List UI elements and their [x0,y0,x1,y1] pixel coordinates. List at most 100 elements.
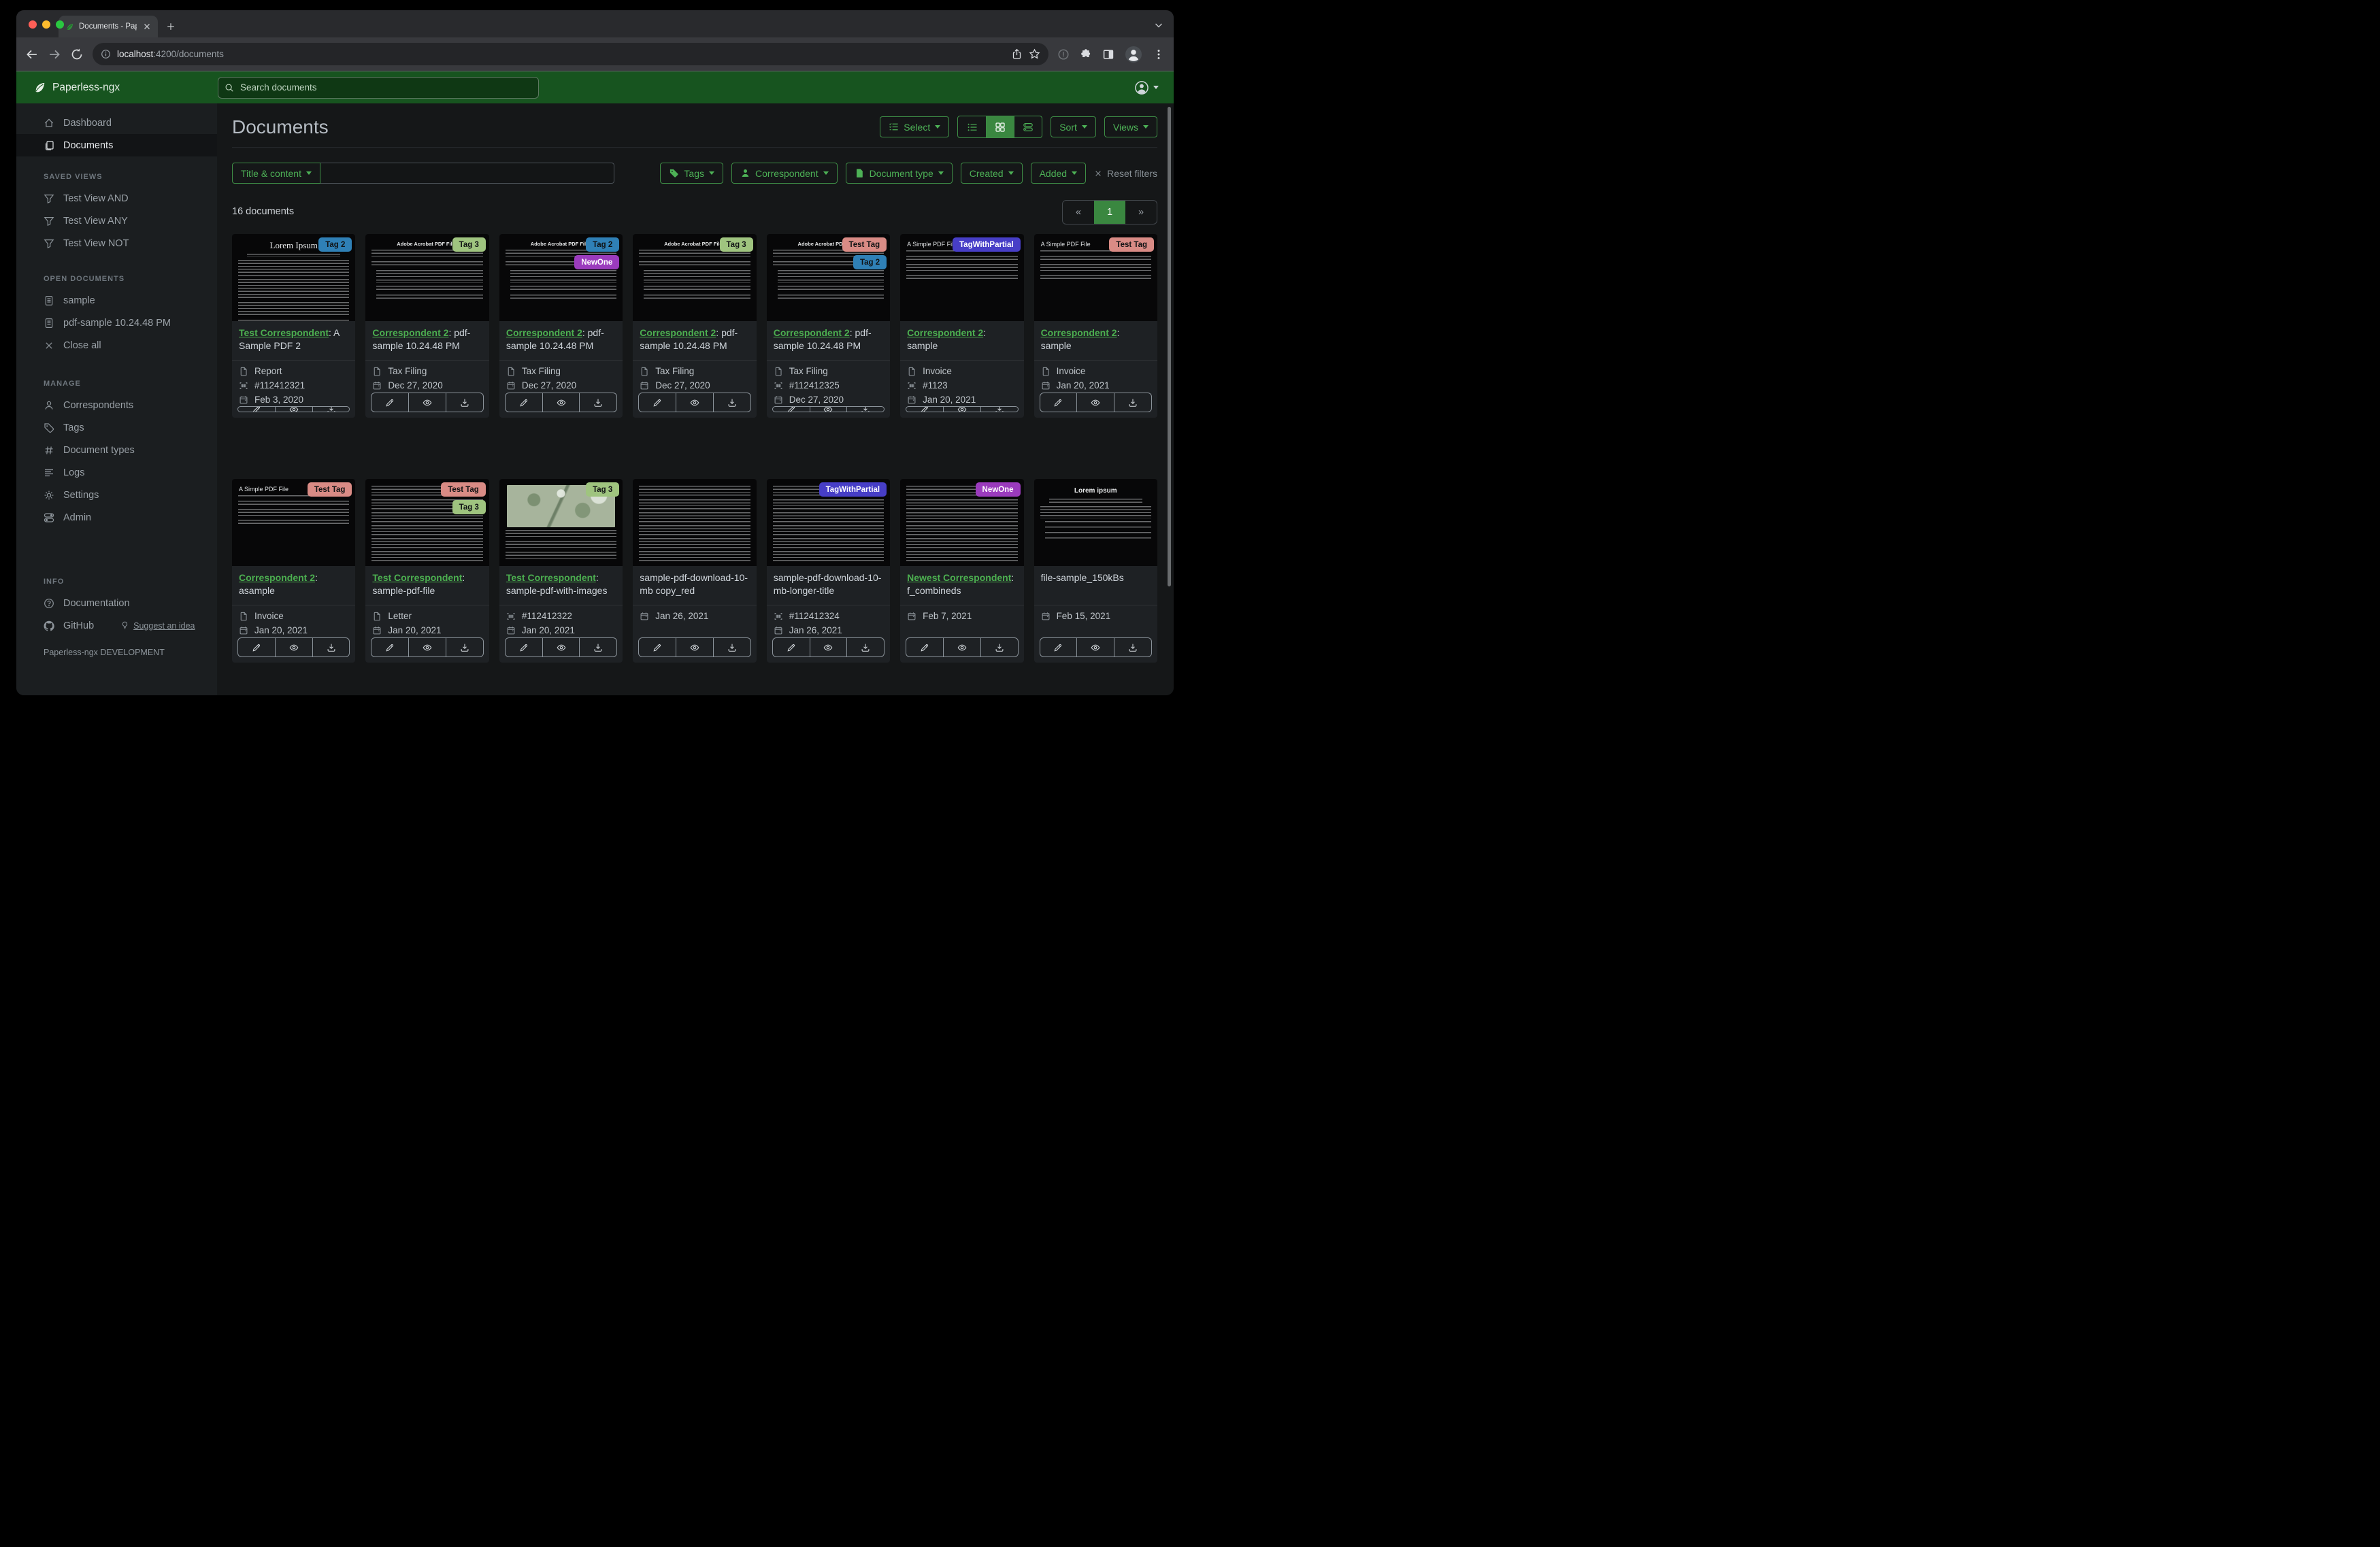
correspondent-link[interactable]: Correspondent 2 [372,327,448,338]
filter-created-button[interactable]: Created [960,163,1023,184]
edit-document-button[interactable] [639,393,676,412]
preview-document-button[interactable] [676,638,713,656]
edit-document-button[interactable] [506,393,542,412]
url-text[interactable]: localhost:4200/documents [117,49,1005,59]
tag-badge[interactable]: Test Tag [441,482,486,497]
document-title[interactable]: sample-pdf-download-10-mb-longer-title [767,566,890,605]
sidebar-item-documentation[interactable]: Documentation [16,592,217,614]
sidebar-item-test-view-and[interactable]: Test View AND [16,187,217,210]
sidebar-item-logs[interactable]: Logs [16,461,217,484]
tag-badge[interactable]: Tag 3 [586,482,620,497]
filter-correspondent-button[interactable]: Correspondent [731,163,838,184]
sidebar-item-dashboard[interactable]: Dashboard [16,112,217,134]
document-title[interactable]: Correspondent 2: sample [900,321,1023,360]
browser-tab[interactable]: Documents - Paperless-ngx [59,16,158,37]
sort-button[interactable]: Sort [1051,116,1096,137]
app-brand[interactable]: Paperless-ngx [16,81,218,94]
download-document-button[interactable] [1114,638,1151,656]
document-thumbnail[interactable]: Adobe Acrobat PDF Files Tag 3 [633,234,757,321]
tag-badge[interactable]: Tag 3 [452,237,486,252]
download-document-button[interactable] [579,638,616,656]
browser-menu-kebab-icon[interactable] [1153,48,1165,61]
tag-badge[interactable]: Tag 3 [719,237,753,252]
document-thumbnail[interactable]: Adobe Acrobat PDF Files Tag 3 [365,234,489,321]
download-document-button[interactable] [312,407,350,412]
reload-icon[interactable] [70,48,84,61]
back-icon[interactable] [25,48,39,61]
tab-close-icon[interactable] [142,21,152,32]
tab-search-chevron-icon[interactable] [1153,20,1164,31]
new-tab-button[interactable] [162,18,180,35]
tag-badge[interactable]: TagWithPartial [953,237,1021,252]
document-thumbnail[interactable]: Lorem Ipsum Tag 2 [232,234,356,321]
filter-added-button[interactable]: Added [1030,163,1087,184]
download-document-button[interactable] [712,638,750,656]
download-document-button[interactable] [1114,393,1151,412]
edit-document-button[interactable] [773,638,810,656]
preview-document-button[interactable] [542,393,580,412]
browser-profile-avatar[interactable] [1125,46,1142,63]
document-thumbnail[interactable]: Tag 3 [499,479,623,566]
preview-document-button[interactable] [274,407,312,412]
correspondent-link[interactable]: Test Correspondent [506,572,596,583]
download-document-button[interactable] [846,407,884,412]
edit-document-button[interactable] [238,638,275,656]
tag-badge[interactable]: Test Tag [842,237,887,252]
views-button[interactable]: Views [1104,116,1157,137]
document-thumbnail[interactable]: A Simple PDF File Test Tag [1034,234,1157,321]
download-document-button[interactable] [312,638,350,656]
filter-document-type-button[interactable]: Document type [845,163,953,184]
download-document-button[interactable] [579,393,616,412]
sidebar-item-close-all[interactable]: Close all [16,334,217,356]
detail-view-button[interactable] [1014,116,1042,137]
document-title[interactable]: Test Correspondent: A Sample PDF 2 [232,321,355,360]
document-thumbnail[interactable]: A Simple PDF File TagWithPartial [900,234,1024,321]
preview-document-button[interactable] [1076,638,1114,656]
edit-document-button[interactable] [906,638,943,656]
correspondent-link[interactable]: Correspondent 2 [907,327,983,338]
preview-document-button[interactable] [408,393,446,412]
document-title[interactable]: Test Correspondent: sample-pdf-file [365,566,489,605]
scrollbar-thumb[interactable] [1168,107,1171,586]
document-thumbnail[interactable]: Adobe Acrobat PDF Files Test Tag Tag 2 [766,234,891,321]
document-thumbnail[interactable]: NewOne [900,479,1024,566]
coin-badge-icon[interactable] [1057,48,1070,61]
download-document-button[interactable] [446,393,483,412]
edit-document-button[interactable] [1040,638,1077,656]
download-document-button[interactable] [446,638,483,656]
search-input[interactable] [239,82,532,93]
preview-document-button[interactable] [942,638,980,656]
document-title[interactable]: Correspondent 2: pdf-sample 10.24.48 PM [499,321,623,360]
tag-badge[interactable]: Tag 2 [586,237,620,252]
list-view-button[interactable] [958,116,986,137]
document-thumbnail[interactable]: Lorem ipsum [1034,479,1157,566]
sidebar-item-settings[interactable]: Settings [16,484,217,506]
document-thumbnail[interactable]: Adobe Acrobat PDF Files Tag 2 NewOne [499,234,623,321]
tag-badge[interactable]: Test Tag [307,482,352,497]
sidebar-panel-icon[interactable] [1102,48,1114,61]
sidebar-item-correspondents[interactable]: Correspondents [16,394,217,416]
edit-document-button[interactable] [238,407,275,412]
correspondent-link[interactable]: Newest Correspondent [907,572,1011,583]
sidebar-item-tags[interactable]: Tags [16,416,217,439]
document-title[interactable]: Correspondent 2: pdf-sample 10.24.48 PM [365,321,489,360]
correspondent-link[interactable]: Correspondent 2 [239,572,315,583]
edit-document-button[interactable] [371,393,408,412]
preview-document-button[interactable] [1076,393,1114,412]
sidebar-item-test-view-not[interactable]: Test View NOT [16,232,217,254]
sidebar-item-sample[interactable]: sample [16,289,217,312]
share-icon[interactable] [1011,48,1023,60]
global-search[interactable] [218,76,539,99]
preview-document-button[interactable] [942,407,980,412]
reset-filters-button[interactable]: Reset filters [1094,168,1157,179]
site-info-icon[interactable] [101,49,111,59]
preview-document-button[interactable] [809,407,847,412]
user-menu[interactable] [1134,80,1174,95]
edit-document-button[interactable] [1040,393,1077,412]
preview-document-button[interactable] [274,638,312,656]
document-title[interactable]: Correspondent 2: asample [232,566,355,605]
grid-view-button[interactable] [986,116,1014,137]
tag-badge[interactable]: NewOne [574,255,620,270]
close-window-button[interactable] [29,20,37,29]
minimize-window-button[interactable] [42,20,50,29]
